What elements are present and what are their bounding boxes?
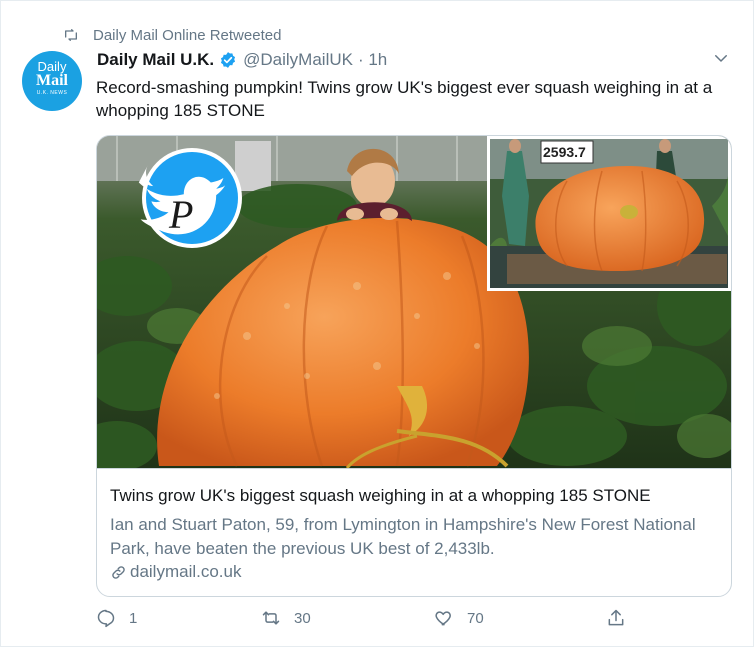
like-button[interactable]: 70 [434,608,484,628]
retweet-button[interactable]: 30 [261,608,311,628]
tweet-timestamp[interactable]: · 1h [358,50,387,70]
heart-icon [435,611,451,626]
share-icon [608,609,624,626]
reply-icon [97,609,115,628]
author-handle[interactable]: @DailyMailUK [243,50,353,70]
card-domain-text: dailymail.co.uk [130,562,242,581]
tweet-container[interactable]: Daily Mail Online Retweeted Daily Mail U… [0,0,754,647]
retweet-count: 30 [294,609,311,627]
retweet-icon [262,611,280,625]
card-body[interactable]: Twins grow UK's biggest squash weighing … [97,468,731,581]
avatar-text-mail: Mail [36,72,68,89]
chevron-down-icon[interactable] [712,49,730,67]
avatar[interactable]: Daily Mail U.K. NEWS [22,51,82,111]
tweet-actions: 1 30 70 [96,608,636,634]
card-title: Twins grow UK's biggest squash weighing … [110,486,651,505]
reply-button[interactable]: 1 [96,608,137,628]
tweet-text: Record-smashing pumpkin! Twins grow UK's… [96,78,713,120]
card-domain: dailymail.co.uk [110,562,242,582]
like-count: 70 [467,609,484,627]
pumpkin-photo: P 2593.7 [97,136,731,468]
inset-sign-text: 2593.7 [543,144,586,160]
verified-badge-icon [221,52,236,68]
retweet-icon [65,29,77,41]
link-card[interactable]: P 2593.7 Twins grow UK's biggest squash … [96,135,732,597]
card-image[interactable]: P 2593.7 [97,136,731,468]
reply-count: 1 [129,609,138,627]
share-button[interactable] [606,608,639,628]
retweet-label: Daily Mail Online Retweeted [93,26,282,44]
svg-text:P: P [168,192,193,237]
author-name[interactable]: Daily Mail U.K. [97,50,214,70]
link-icon [112,565,125,579]
retweet-context: Daily Mail Online Retweeted [63,25,281,45]
card-description: Ian and Stuart Paton, 59, from Lymington… [110,515,696,558]
avatar-text-uknews: U.K. NEWS [36,90,68,96]
tweet-header: Daily Mail U.K. @DailyMailUK · 1h [97,50,387,70]
